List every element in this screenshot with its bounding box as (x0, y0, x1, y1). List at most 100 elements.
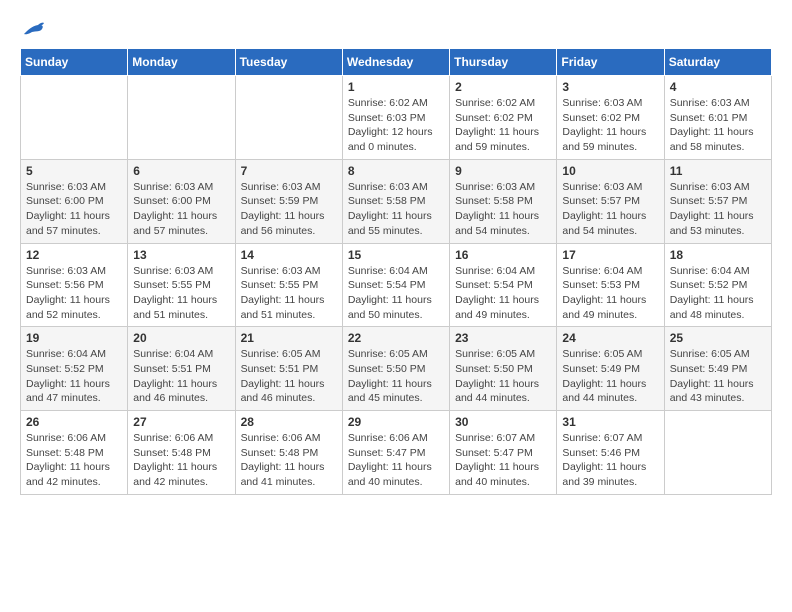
calendar-day-cell: 13Sunrise: 6:03 AM Sunset: 5:55 PM Dayli… (128, 243, 235, 327)
day-info: Sunrise: 6:03 AM Sunset: 6:02 PM Dayligh… (562, 96, 658, 155)
day-info: Sunrise: 6:04 AM Sunset: 5:52 PM Dayligh… (670, 264, 766, 323)
day-info: Sunrise: 6:04 AM Sunset: 5:51 PM Dayligh… (133, 347, 229, 406)
day-number: 26 (26, 415, 122, 429)
day-number: 8 (348, 164, 444, 178)
calendar-day-cell (21, 76, 128, 160)
day-info: Sunrise: 6:03 AM Sunset: 6:01 PM Dayligh… (670, 96, 766, 155)
calendar-day-cell: 31 Sunrise: 6:07 AM Sunset: 5:46 PM Dayli… (557, 411, 664, 495)
calendar-day-cell: 25Sunrise: 6:05 AM Sunset: 5:49 PM Dayli… (664, 327, 771, 411)
day-number: 12 (26, 248, 122, 262)
calendar-day-cell: 6 Sunrise: 6:03 AM Sunset: 6:00 PM Daylig… (128, 159, 235, 243)
calendar-week-row: 12 Sunrise: 6:03 AM Sunset: 5:56 PM Dayli… (21, 243, 772, 327)
day-info: Sunrise: 6:05 AM Sunset: 5:49 PM Dayligh… (562, 347, 658, 406)
day-info: Sunrise: 6:03 AM Sunset: 5:59 PM Dayligh… (241, 180, 337, 239)
day-number: 24 (562, 331, 658, 345)
day-info: Sunrise: 6:03 AM Sunset: 6:00 PM Dayligh… (133, 180, 229, 239)
calendar-day-cell: 15 Sunrise: 6:04 AM Sunset: 5:54 PM Dayli… (342, 243, 449, 327)
calendar-day-cell: 29 Sunrise: 6:06 AM Sunset: 5:47 PM Dayli… (342, 411, 449, 495)
day-info: Sunrise: 6:03 AM Sunset: 5:56 PM Dayligh… (26, 264, 122, 323)
column-header-wednesday: Wednesday (342, 49, 449, 76)
day-number: 23 (455, 331, 551, 345)
day-info: Sunrise: 6:03 AM Sunset: 6:00 PM Dayligh… (26, 180, 122, 239)
calendar-day-cell: 1 Sunrise: 6:02 AM Sunset: 6:03 PM Daylig… (342, 76, 449, 160)
day-number: 11 (670, 164, 766, 178)
day-number: 5 (26, 164, 122, 178)
calendar-day-cell: 20 Sunrise: 6:04 AM Sunset: 5:51 PM Dayli… (128, 327, 235, 411)
column-header-tuesday: Tuesday (235, 49, 342, 76)
day-info: Sunrise: 6:04 AM Sunset: 5:52 PM Dayligh… (26, 347, 122, 406)
calendar-day-cell: 3 Sunrise: 6:03 AM Sunset: 6:02 PM Daylig… (557, 76, 664, 160)
calendar-day-cell: 8 Sunrise: 6:03 AM Sunset: 5:58 PM Daylig… (342, 159, 449, 243)
day-info: Sunrise: 6:07 AM Sunset: 5:47 PM Dayligh… (455, 431, 551, 490)
calendar-day-cell: 2Sunrise: 6:02 AM Sunset: 6:02 PM Daylig… (450, 76, 557, 160)
day-number: 16 (455, 248, 551, 262)
day-number: 3 (562, 80, 658, 94)
day-number: 9 (455, 164, 551, 178)
calendar-day-cell: 10 Sunrise: 6:03 AM Sunset: 5:57 PM Dayli… (557, 159, 664, 243)
day-info: Sunrise: 6:03 AM Sunset: 5:57 PM Dayligh… (562, 180, 658, 239)
day-info: Sunrise: 6:05 AM Sunset: 5:50 PM Dayligh… (348, 347, 444, 406)
calendar-week-row: 1 Sunrise: 6:02 AM Sunset: 6:03 PM Daylig… (21, 76, 772, 160)
calendar-day-cell: 4 Sunrise: 6:03 AM Sunset: 6:01 PM Daylig… (664, 76, 771, 160)
day-info: Sunrise: 6:06 AM Sunset: 5:48 PM Dayligh… (133, 431, 229, 490)
calendar-week-row: 19 Sunrise: 6:04 AM Sunset: 5:52 PM Dayli… (21, 327, 772, 411)
day-number: 13 (133, 248, 229, 262)
day-info: Sunrise: 6:03 AM Sunset: 5:55 PM Dayligh… (241, 264, 337, 323)
day-number: 1 (348, 80, 444, 94)
calendar-day-cell: 19 Sunrise: 6:04 AM Sunset: 5:52 PM Dayli… (21, 327, 128, 411)
day-number: 28 (241, 415, 337, 429)
day-number: 7 (241, 164, 337, 178)
calendar-day-cell: 18Sunrise: 6:04 AM Sunset: 5:52 PM Dayli… (664, 243, 771, 327)
day-info: Sunrise: 6:03 AM Sunset: 5:58 PM Dayligh… (348, 180, 444, 239)
calendar-day-cell: 16Sunrise: 6:04 AM Sunset: 5:54 PM Dayli… (450, 243, 557, 327)
day-info: Sunrise: 6:05 AM Sunset: 5:50 PM Dayligh… (455, 347, 551, 406)
day-info: Sunrise: 6:06 AM Sunset: 5:48 PM Dayligh… (241, 431, 337, 490)
day-info: Sunrise: 6:06 AM Sunset: 5:47 PM Dayligh… (348, 431, 444, 490)
day-info: Sunrise: 6:06 AM Sunset: 5:48 PM Dayligh… (26, 431, 122, 490)
day-info: Sunrise: 6:05 AM Sunset: 5:49 PM Dayligh… (670, 347, 766, 406)
calendar-header-row: SundayMondayTuesdayWednesdayThursdayFrid… (21, 49, 772, 76)
column-header-sunday: Sunday (21, 49, 128, 76)
calendar-day-cell: 23 Sunrise: 6:05 AM Sunset: 5:50 PM Dayli… (450, 327, 557, 411)
calendar-day-cell: 14 Sunrise: 6:03 AM Sunset: 5:55 PM Dayli… (235, 243, 342, 327)
day-number: 6 (133, 164, 229, 178)
day-number: 10 (562, 164, 658, 178)
logo (20, 20, 44, 38)
day-number: 19 (26, 331, 122, 345)
calendar-day-cell (128, 76, 235, 160)
calendar-day-cell: 28 Sunrise: 6:06 AM Sunset: 5:48 PM Dayli… (235, 411, 342, 495)
calendar-day-cell: 9 Sunrise: 6:03 AM Sunset: 5:58 PM Daylig… (450, 159, 557, 243)
day-number: 20 (133, 331, 229, 345)
day-info: Sunrise: 6:02 AM Sunset: 6:03 PM Dayligh… (348, 96, 444, 155)
day-number: 17 (562, 248, 658, 262)
page-header (20, 20, 772, 38)
calendar-day-cell (664, 411, 771, 495)
day-number: 29 (348, 415, 444, 429)
day-info: Sunrise: 6:07 AM Sunset: 5:46 PM Dayligh… (562, 431, 658, 490)
calendar-day-cell (235, 76, 342, 160)
calendar-week-row: 5 Sunrise: 6:03 AM Sunset: 6:00 PM Daylig… (21, 159, 772, 243)
calendar-day-cell: 12 Sunrise: 6:03 AM Sunset: 5:56 PM Dayli… (21, 243, 128, 327)
day-number: 2 (455, 80, 551, 94)
day-number: 31 (562, 415, 658, 429)
day-info: Sunrise: 6:05 AM Sunset: 5:51 PM Dayligh… (241, 347, 337, 406)
calendar-day-cell: 30 Sunrise: 6:07 AM Sunset: 5:47 PM Dayli… (450, 411, 557, 495)
calendar-day-cell: 21Sunrise: 6:05 AM Sunset: 5:51 PM Dayli… (235, 327, 342, 411)
day-number: 15 (348, 248, 444, 262)
calendar-week-row: 26 Sunrise: 6:06 AM Sunset: 5:48 PM Dayli… (21, 411, 772, 495)
day-number: 27 (133, 415, 229, 429)
calendar-day-cell: 17 Sunrise: 6:04 AM Sunset: 5:53 PM Dayli… (557, 243, 664, 327)
day-info: Sunrise: 6:04 AM Sunset: 5:54 PM Dayligh… (348, 264, 444, 323)
column-header-saturday: Saturday (664, 49, 771, 76)
day-info: Sunrise: 6:03 AM Sunset: 5:58 PM Dayligh… (455, 180, 551, 239)
day-number: 4 (670, 80, 766, 94)
day-number: 30 (455, 415, 551, 429)
calendar-day-cell: 26 Sunrise: 6:06 AM Sunset: 5:48 PM Dayli… (21, 411, 128, 495)
calendar-day-cell: 5 Sunrise: 6:03 AM Sunset: 6:00 PM Daylig… (21, 159, 128, 243)
calendar-table: SundayMondayTuesdayWednesdayThursdayFrid… (20, 48, 772, 495)
calendar-day-cell: 11Sunrise: 6:03 AM Sunset: 5:57 PM Dayli… (664, 159, 771, 243)
logo-bird-icon (22, 20, 44, 38)
day-info: Sunrise: 6:04 AM Sunset: 5:53 PM Dayligh… (562, 264, 658, 323)
day-number: 14 (241, 248, 337, 262)
calendar-day-cell: 7 Sunrise: 6:03 AM Sunset: 5:59 PM Daylig… (235, 159, 342, 243)
